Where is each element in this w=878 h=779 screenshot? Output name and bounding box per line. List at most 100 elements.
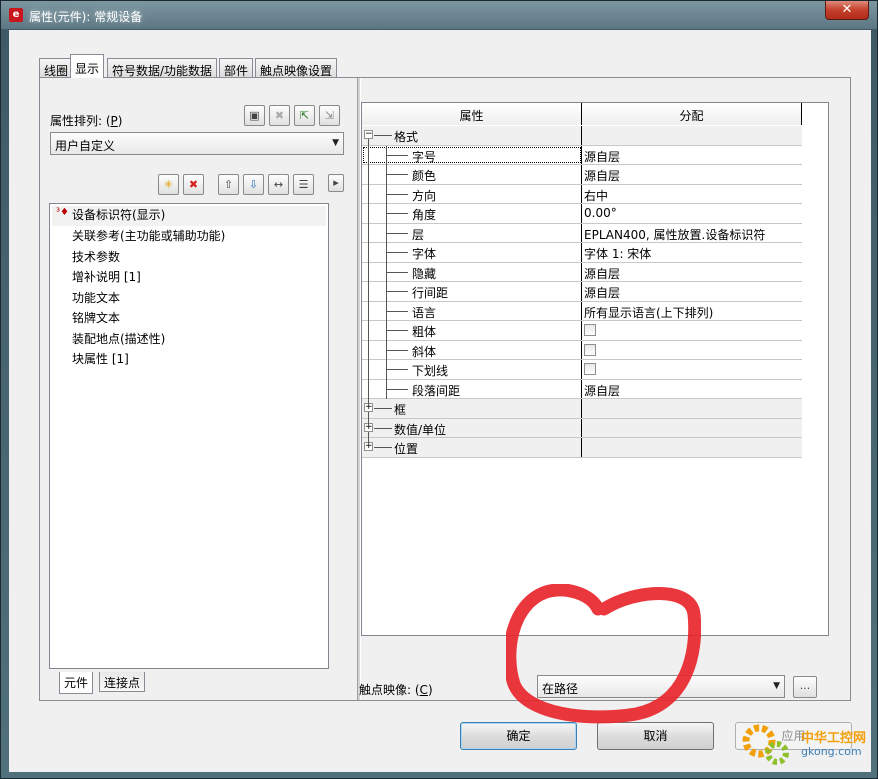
delete-scheme-icon[interactable]: ✖ (269, 105, 290, 126)
import-icon[interactable]: ⇱ (294, 105, 315, 126)
property-grid[interactable]: 属性 分配 − 格式 字号 源自层 颜色 源自层 方向 右中 角度 0.00° 层 EPLAN400,… (361, 102, 829, 636)
grid-group-row[interactable]: + 位置 (362, 438, 802, 458)
grid-cell-value[interactable]: 0.00° (582, 204, 802, 223)
list-item-device-tag[interactable]: ³♦ 设备标识符(显示) (52, 206, 326, 226)
row-height-icon[interactable]: ☰ (293, 174, 314, 195)
grid-cell-value[interactable] (582, 438, 802, 457)
grid-cell-property[interactable]: 字体 (362, 243, 582, 263)
grid-group-row[interactable]: − 格式 (362, 126, 802, 155)
grid-cell-value[interactable]: 源自层 (582, 263, 802, 282)
grid-row[interactable]: 斜体 (362, 340, 802, 360)
expand-icon[interactable]: + (364, 403, 373, 412)
grid-row[interactable]: 字号 源自层 (362, 145, 802, 165)
list-item-nameplate[interactable]: 铭牌文本 (72, 309, 120, 329)
grid-cell-property[interactable]: 层 (362, 223, 582, 243)
grid-cell-value[interactable]: 源自层 (582, 165, 802, 184)
tab-contact-image-settings[interactable]: 触点映像设置 (255, 58, 338, 78)
grid-cell-value[interactable] (582, 360, 802, 379)
grid-row[interactable]: 粗体 (362, 321, 802, 341)
new-icon[interactable]: ✳ (158, 174, 179, 195)
grid-cell-value[interactable]: 所有显示语言(上下排列) (582, 302, 802, 321)
tab-connection-points[interactable]: 连接点 (99, 672, 146, 692)
grid-cell-value[interactable] (582, 341, 802, 360)
collapse-icon[interactable]: − (364, 130, 373, 139)
grid-row[interactable]: 段落间距 源自层 (362, 379, 802, 399)
eplan-icon[interactable]: e (9, 8, 23, 22)
tab-component[interactable]: 元件 (59, 672, 94, 694)
list-item-function-text[interactable]: 功能文本 (72, 289, 120, 309)
grid-cell-value[interactable]: EPLAN400, 属性放置.设备标识符 (582, 224, 802, 243)
sort-combo[interactable]: 用户自定义 ▼ (50, 132, 344, 155)
fit-width-icon[interactable]: ↔ (268, 174, 289, 195)
grid-cell-property[interactable]: 方向 (362, 184, 582, 204)
grid-cell-value[interactable]: 源自层 (582, 146, 802, 165)
expand-icon[interactable]: + (364, 442, 373, 451)
grid-cell-property[interactable]: + 数值/单位 (362, 418, 582, 438)
tab-parts[interactable]: 部件 (219, 58, 254, 78)
delete-icon[interactable]: ✖ (183, 174, 204, 195)
ok-button[interactable]: 确定 (460, 722, 577, 750)
grid-row[interactable]: 层 EPLAN400, 属性放置.设备标识符 (362, 223, 802, 243)
column-header-value[interactable]: 分配 (582, 103, 802, 125)
tab-symbol-function-data[interactable]: 符号数据/功能数据 (107, 58, 218, 78)
tree-connector (368, 301, 369, 321)
grid-row[interactable]: 行间距 源自层 (362, 282, 802, 302)
export-icon[interactable]: ⇲ (319, 105, 340, 126)
cancel-button[interactable]: 取消 (597, 722, 714, 750)
checkbox[interactable] (584, 324, 596, 336)
grid-cell-value[interactable] (582, 321, 802, 340)
grid-row[interactable]: 方向 右中 (362, 184, 802, 204)
browse-button[interactable]: ... (793, 676, 817, 698)
grid-cell-property[interactable]: 字号 (362, 145, 582, 165)
grid-cell-value[interactable]: 源自层 (582, 380, 802, 399)
tab-coil[interactable]: 线圈 (39, 58, 74, 78)
list-item-mounting-location[interactable]: 装配地点(描述性) (72, 330, 165, 350)
grid-group-row[interactable]: + 数值/单位 (362, 418, 802, 438)
grid-row[interactable]: 字体 字体 1: 宋体 (362, 243, 802, 263)
list-item-cross-reference[interactable]: 关联参考(主功能或辅助功能) (72, 227, 225, 247)
grid-cell-property[interactable]: − 格式 (362, 126, 582, 155)
grid-value-text: EPLAN400, 属性放置.设备标识符 (584, 227, 766, 242)
grid-group-row[interactable]: + 框 (362, 399, 802, 419)
grid-cell-property[interactable]: 行间距 (362, 282, 582, 302)
more-icon[interactable]: ▸ (328, 174, 344, 192)
tab-display[interactable]: 显示 (70, 54, 105, 78)
grid-cell-value[interactable] (582, 419, 802, 438)
checkbox[interactable] (584, 343, 596, 356)
grid-row[interactable]: 下划线 (362, 360, 802, 380)
grid-cell-property[interactable]: 语言 (362, 301, 582, 321)
grid-row[interactable]: 语言 所有显示语言(上下排列) (362, 301, 802, 321)
grid-cell-property[interactable]: 角度 (362, 204, 582, 224)
title-bar[interactable]: e 属性(元件): 常规设备 ✕ (1, 1, 877, 29)
column-header-property[interactable]: 属性 (362, 103, 582, 125)
apply-button[interactable]: 应用 (735, 722, 852, 750)
grid-cell-property[interactable]: 粗体 (362, 321, 582, 341)
grid-cell-property[interactable]: 颜色 (362, 165, 582, 185)
grid-cell-property[interactable]: 段落间距 (362, 379, 582, 399)
expand-icon[interactable]: + (364, 422, 373, 432)
list-item-supplementary[interactable]: 增补说明 [1] (72, 268, 141, 288)
grid-cell-property[interactable]: 下划线 (362, 360, 582, 380)
move-up-icon[interactable]: ⇧ (218, 174, 239, 195)
list-item-tech-params[interactable]: 技术参数 (72, 248, 120, 268)
grid-cell-value[interactable]: 右中 (582, 185, 802, 204)
checkbox[interactable] (584, 363, 596, 375)
grid-row[interactable]: 颜色 源自层 (362, 165, 802, 185)
contact-image-combo[interactable]: 在路径 ▼ (537, 675, 785, 698)
move-down-icon[interactable]: ⇩ (243, 174, 264, 195)
grid-cell-value[interactable]: 源自层 (582, 282, 802, 301)
grid-cell-value[interactable] (582, 126, 802, 145)
grid-cell-property[interactable]: + 框 (362, 399, 582, 419)
grid-cell-property[interactable]: + 位置 (362, 438, 582, 457)
grid-row[interactable]: 角度 0.00° (362, 204, 802, 224)
grid-row[interactable]: 隐藏 源自层 (362, 262, 802, 282)
grid-cell-value[interactable]: 字体 1: 宋体 (582, 243, 802, 262)
grid-cell-property[interactable]: 隐藏 (362, 262, 582, 282)
close-button[interactable]: ✕ (825, 1, 869, 20)
list-item-block-property[interactable]: 块属性 [1] (72, 350, 129, 370)
property-list[interactable]: ³♦ 设备标识符(显示) 关联参考(主功能或辅助功能) 技术参数 增补说明 [1… (49, 203, 329, 669)
tree-connector (368, 340, 369, 360)
save-icon[interactable]: ▣ (244, 105, 265, 126)
grid-cell-property[interactable]: 斜体 (362, 340, 582, 360)
grid-cell-value[interactable] (582, 399, 802, 418)
